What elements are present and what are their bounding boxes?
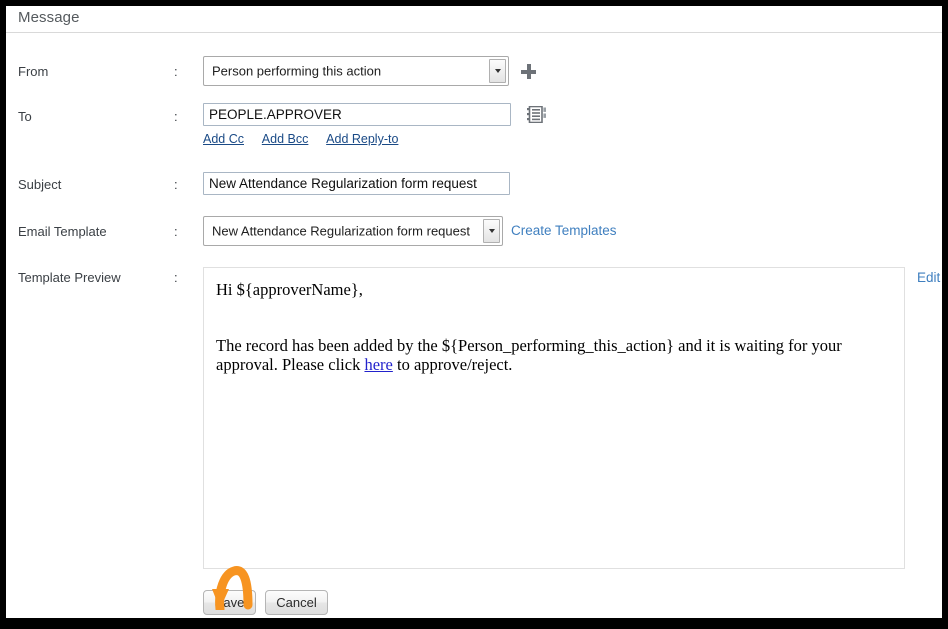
section-header: Message	[6, 6, 942, 33]
subject-colon: :	[174, 177, 178, 192]
preview-body: The record has been added by the ${Perso…	[216, 336, 890, 374]
plus-icon[interactable]	[521, 64, 537, 80]
template-preview-box: Hi ${approverName}, The record has been …	[203, 267, 905, 569]
preview-body-after: to approve/reject.	[393, 355, 513, 374]
form-row-to: To : Add Cc Add Bcc	[6, 103, 942, 153]
template-preview-content: Hi ${approverName}, The record has been …	[204, 268, 904, 374]
email-template-label: Email Template	[18, 224, 107, 239]
preview-here-link[interactable]: here	[364, 355, 392, 374]
template-preview-label: Template Preview	[18, 270, 121, 285]
address-book-icon[interactable]	[527, 106, 547, 123]
add-bcc-link[interactable]: Add Bcc	[262, 132, 309, 146]
to-colon: :	[174, 109, 178, 124]
preview-body-before: The record has been added by the ${Perso…	[216, 336, 842, 374]
subject-label: Subject	[18, 177, 61, 192]
subject-input[interactable]	[203, 172, 510, 195]
form-row-from: From : Person performing this action	[6, 56, 942, 90]
preview-greeting: Hi ${approverName},	[216, 280, 890, 299]
form-row-template-preview: Template Preview : Hi ${approverName}, T…	[6, 264, 942, 574]
add-cc-link[interactable]: Add Cc	[203, 132, 244, 146]
cancel-button[interactable]: Cancel	[265, 590, 328, 615]
to-input[interactable]	[203, 103, 511, 126]
email-template-colon: :	[174, 224, 178, 239]
message-form-page: Message From : Person performing this ac…	[6, 6, 942, 618]
page-title: Message	[18, 9, 80, 26]
template-preview-colon: :	[174, 270, 178, 285]
create-templates-link[interactable]: Create Templates	[511, 223, 617, 238]
add-reply-to-link[interactable]: Add Reply-to	[326, 132, 398, 146]
preview-spacer	[216, 301, 890, 336]
to-label: To	[18, 109, 32, 124]
email-template-select[interactable]: New Attendance Regularization form reque…	[203, 216, 503, 246]
to-sublinks: Add Cc Add Bcc Add Reply-to	[203, 132, 413, 146]
form-actions: Save Cancel	[6, 589, 942, 617]
screenshot-frame: Message From : Person performing this ac…	[0, 0, 948, 629]
from-colon: :	[174, 64, 178, 79]
chevron-down-icon[interactable]	[489, 59, 506, 83]
form-row-subject: Subject :	[6, 172, 942, 200]
from-select[interactable]: Person performing this action	[203, 56, 509, 86]
from-label: From	[18, 64, 48, 79]
chevron-down-icon[interactable]	[483, 219, 500, 243]
email-template-value: New Attendance Regularization form reque…	[212, 224, 470, 239]
from-select-value: Person performing this action	[212, 64, 381, 79]
edit-template-link[interactable]: Edit	[917, 270, 940, 285]
save-button[interactable]: Save	[203, 590, 256, 615]
form-row-email-template: Email Template : New Attendance Regulari…	[6, 216, 942, 250]
